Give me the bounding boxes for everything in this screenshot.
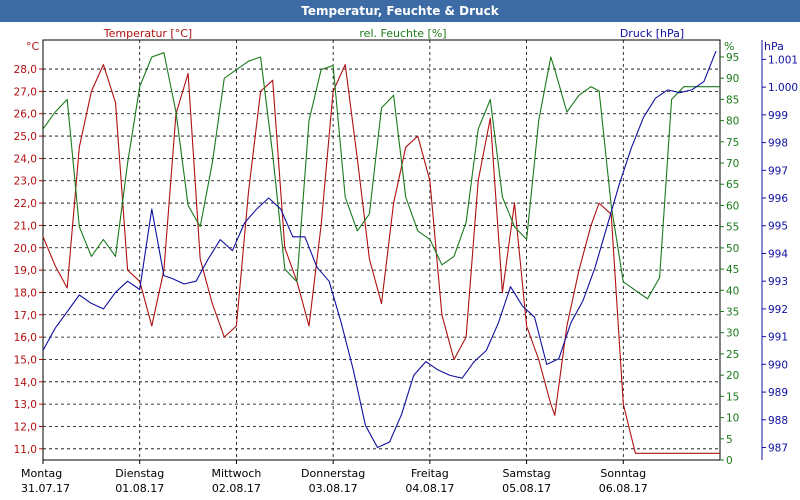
pressure-tick-label: 999 (768, 110, 788, 122)
x-tick-day: Sonntag (600, 467, 646, 480)
temperature-tick-label: 15,0 (14, 354, 37, 366)
temperature-tick-label: 12,0 (14, 421, 37, 433)
temperature-tick-label: 20,0 (14, 243, 37, 255)
humidity-tick-label: 95 (726, 52, 739, 64)
humidity-tick-label: 35 (726, 307, 739, 319)
humidity-tick-label: 5 (726, 434, 733, 446)
temperature-tick-label: 14,0 (14, 377, 37, 389)
humidity-tick-label: 85 (726, 94, 739, 106)
series-line-humidity (42, 52, 720, 300)
pressure-tick-label: 994 (768, 248, 788, 260)
humidity-tick-label: 10 (726, 413, 739, 425)
humidity-tick-label: 0 (726, 455, 733, 467)
temperature-tick-label: 26,0 (14, 109, 37, 121)
pressure-unit-label: hPa (764, 40, 784, 53)
pressure-tick-label: 998 (768, 138, 788, 150)
temperature-tick-label: 24,0 (14, 153, 37, 165)
humidity-tick-label: 50 (726, 243, 739, 255)
humidity-tick-label: 65 (726, 179, 739, 191)
humidity-tick-label: 40 (726, 285, 739, 297)
temperature-tick-label: 17,0 (14, 310, 37, 322)
pressure-tick-label: 1.000 (768, 82, 798, 94)
pressure-axis: 987 988 989 990 991 992 993 994 995 996 997 998 999 1… (761, 40, 798, 460)
x-tick-day: Mittwoch (211, 467, 261, 480)
temperature-tick-label: 18,0 (14, 287, 37, 299)
window-title: Temperatur, Feuchte & Druck (0, 0, 800, 22)
pressure-tick-label: 990 (768, 359, 788, 371)
temperature-tick-label: 28,0 (14, 64, 37, 76)
temperature-tick-label: 21,0 (14, 220, 37, 232)
x-tick-date: 04.08.17 (405, 482, 454, 495)
pressure-tick-label: 989 (768, 387, 788, 399)
pressure-tick-label: 987 (768, 443, 788, 455)
temperature-axis: 11,0 12,0 13,0 14,0 15,0 16,0 17,0 18,0 19,0 20,0… (14, 64, 43, 456)
pressure-tick-label: 996 (768, 193, 788, 205)
humidity-tick-label: 70 (726, 158, 739, 170)
humidity-tick-label: 45 (726, 264, 739, 276)
chart-canvas: 11,0 12,0 13,0 14,0 15,0 16,0 17,0 18,0 19,0 20,0… (14, 27, 798, 495)
series-layer (42, 50, 720, 454)
temperature-axis-title: Temperatur [°C] (103, 27, 192, 40)
humidity-tick-label: 90 (726, 73, 739, 85)
series-line-pressure (42, 50, 717, 449)
humidity-tick-label: 30 (726, 328, 739, 340)
humidity-tick-label: 60 (726, 200, 739, 212)
x-tick-day: Dienstag (115, 467, 164, 480)
temperature-tick-label: 23,0 (14, 176, 37, 188)
temperature-tick-label: 16,0 (14, 332, 37, 344)
x-tick-date: 01.08.17 (115, 482, 164, 495)
pressure-tick-label: 1.001 (768, 54, 798, 66)
temperature-unit-label: °C (26, 40, 40, 53)
x-axis: Montag 31.07.17 Dienstag 01.08.17 Mittwoch 02… (21, 460, 648, 495)
temperature-tick-label: 27,0 (14, 86, 37, 98)
x-tick-date: 02.08.17 (212, 482, 261, 495)
humidity-tick-label: 55 (726, 222, 739, 234)
temperature-tick-label: 13,0 (14, 399, 37, 411)
x-tick-day: Freitag (411, 467, 449, 480)
x-tick-date: 03.08.17 (309, 482, 358, 495)
humidity-tick-label: 20 (726, 370, 739, 382)
x-tick-date: 05.08.17 (502, 482, 551, 495)
pressure-axis-title: Druck [hPa] (620, 27, 684, 40)
temperature-tick-label: 22,0 (14, 198, 37, 210)
humidity-axis-title: rel. Feuchte [%] (359, 27, 446, 40)
temperature-tick-label: 19,0 (14, 265, 37, 277)
pressure-tick-label: 988 (768, 415, 788, 427)
x-tick-date: 06.08.17 (599, 482, 648, 495)
pressure-tick-label: 992 (768, 304, 788, 316)
pressure-tick-label: 995 (768, 221, 788, 233)
humidity-tick-label: 15 (726, 391, 739, 403)
humidity-tick-label: 25 (726, 349, 739, 361)
x-tick-day: Montag (21, 467, 62, 480)
pressure-tick-label: 997 (768, 165, 788, 177)
x-tick-date: 31.07.17 (21, 482, 70, 495)
pressure-tick-label: 991 (768, 332, 788, 344)
humidity-tick-label: 75 (726, 137, 739, 149)
temperature-tick-label: 25,0 (14, 131, 37, 143)
temperature-tick-label: 11,0 (14, 444, 37, 456)
humidity-tick-label: 80 (726, 116, 739, 128)
x-tick-day: Donnerstag (301, 467, 365, 480)
pressure-tick-label: 993 (768, 276, 788, 288)
humidity-axis: 0 5 10 15 20 25 30 35 40 45 50 55 60 65 70 75 80 85 90 95 (720, 52, 739, 467)
humidity-unit-label: % (724, 40, 734, 53)
x-tick-day: Samstag (502, 467, 550, 480)
